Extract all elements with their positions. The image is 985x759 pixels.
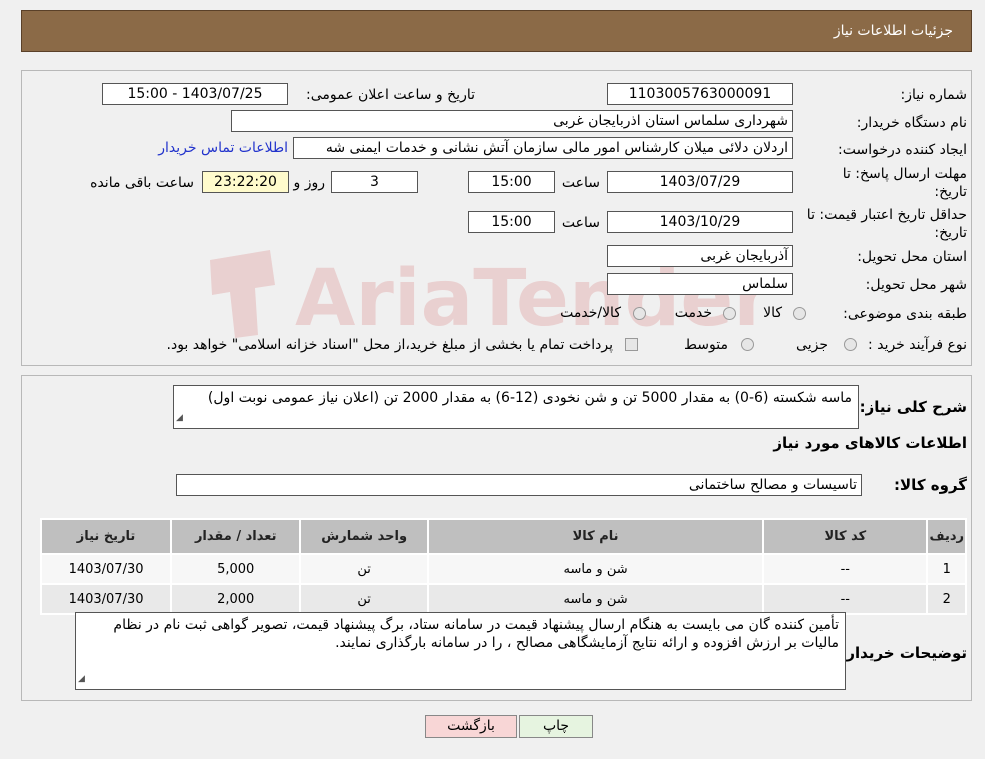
- process-medium-label: متوسط: [684, 337, 728, 353]
- province-field: آذربایجان غربی: [607, 245, 793, 267]
- buyer-org-label: نام دستگاه خریدار:: [856, 115, 967, 131]
- buyer-notes-label: توضیحات خریدار:: [840, 644, 967, 662]
- print-button[interactable]: چاپ: [519, 715, 593, 738]
- category-goods-service-radio[interactable]: [633, 307, 646, 320]
- province-label: استان محل تحویل:: [857, 249, 967, 265]
- cell-row: 2: [926, 583, 967, 615]
- goods-table: ردیف کد کالا نام کالا واحد شمارش تعداد /…: [39, 518, 967, 615]
- cell-name: شن و ماسه: [426, 583, 765, 615]
- cell-name: شن و ماسه: [426, 553, 765, 585]
- city-field: سلماس: [607, 273, 793, 295]
- deadline-label-2: تاریخ:: [934, 184, 967, 200]
- cell-code: --: [762, 583, 929, 615]
- validity-time-field: 15:00: [468, 211, 555, 233]
- validity-date-field: 1403/10/29: [607, 211, 793, 233]
- col-qty-header: تعداد / مقدار: [170, 518, 302, 555]
- table-row: 2 -- شن و ماسه تن 2,000 1403/07/30: [39, 583, 967, 615]
- table-row: 1 -- شن و ماسه تن 5,000 1403/07/30: [39, 553, 967, 585]
- goods-group-field: تاسیسات و مصالح ساختمانی: [176, 474, 862, 496]
- remaining-time-field: 23:22:20: [202, 171, 289, 193]
- buyer-notes-text: تأمین کننده گان می بایست به هنگام ارسال …: [113, 617, 839, 651]
- process-medium-radio[interactable]: [741, 338, 754, 351]
- back-button[interactable]: بازگشت: [425, 715, 517, 738]
- col-code-header: کد کالا: [762, 518, 929, 555]
- col-unit-header: واحد شمارش: [299, 518, 429, 555]
- cell-code: --: [762, 553, 929, 585]
- description-text: ماسه شکسته (6-0) به مقدار 5000 تن و شن ن…: [207, 390, 852, 406]
- need-number-field: 1103005763000091: [607, 83, 793, 105]
- process-minor-label: جزیی: [796, 337, 828, 353]
- col-name-header: نام کالا: [426, 518, 765, 555]
- buyer-org-field: شهرداری سلماس استان اذربایجان غربی: [231, 110, 793, 132]
- deadline-time-field: 15:00: [468, 171, 555, 193]
- cell-unit: تن: [299, 553, 429, 585]
- goods-section-title: اطلاعات کالاهای مورد نیاز: [773, 434, 967, 452]
- resize-grip-icon[interactable]: ◢: [176, 409, 183, 427]
- deadline-label: مهلت ارسال پاسخ: تا: [842, 166, 967, 182]
- city-label: شهر محل تحویل:: [865, 277, 967, 293]
- creator-label: ایجاد کننده درخواست:: [838, 142, 967, 158]
- process-minor-radio[interactable]: [844, 338, 857, 351]
- page-header: جزئیات اطلاعات نیاز: [21, 10, 972, 52]
- cell-qty: 5,000: [170, 553, 302, 585]
- announce-field: 1403/07/25 - 15:00: [102, 83, 288, 105]
- payment-note: پرداخت تمام یا بخشی از مبلغ خرید،از محل …: [166, 337, 613, 353]
- cell-date: 1403/07/30: [39, 553, 173, 585]
- need-number-label: شماره نیاز:: [900, 87, 968, 103]
- category-goods-service-label: کالا/خدمت: [560, 305, 621, 321]
- validity-label-2: تاریخ:: [934, 225, 967, 241]
- deadline-date-field: 1403/07/29: [607, 171, 793, 193]
- description-label: شرح کلی نیاز:: [859, 398, 967, 416]
- table-header-row: ردیف کد کالا نام کالا واحد شمارش تعداد /…: [39, 518, 967, 555]
- validity-time-label: ساعت: [561, 215, 600, 231]
- description-textarea: ماسه شکسته (6-0) به مقدار 5000 تن و شن ن…: [173, 385, 859, 429]
- category-goods-label: کالا: [763, 305, 782, 321]
- cell-date: 1403/07/30: [39, 583, 173, 615]
- remaining-label: ساعت باقی مانده: [90, 175, 194, 191]
- goods-group-label: گروه کالا:: [894, 476, 967, 494]
- page-title: جزئیات اطلاعات نیاز: [833, 23, 953, 39]
- category-goods-radio[interactable]: [793, 307, 806, 320]
- days-field: 3: [331, 171, 418, 193]
- category-service-radio[interactable]: [723, 307, 736, 320]
- buyer-contact-link[interactable]: اطلاعات تماس خریدار: [158, 140, 288, 156]
- days-label: روز و: [293, 175, 326, 191]
- buyer-notes-textarea: تأمین کننده گان می بایست به هنگام ارسال …: [75, 612, 846, 690]
- cell-unit: تن: [299, 583, 429, 615]
- treasury-payment-checkbox[interactable]: [625, 338, 638, 351]
- category-service-label: خدمت: [674, 305, 712, 321]
- announce-label: تاریخ و ساعت اعلان عمومی:: [306, 87, 475, 103]
- cell-qty: 2,000: [170, 583, 302, 615]
- validity-label: حداقل تاریخ اعتبار قیمت: تا: [806, 207, 967, 223]
- creator-field: اردلان دلائی میلان کارشناس امور مالی ساز…: [293, 137, 793, 159]
- cell-row: 1: [926, 553, 967, 585]
- resize-grip-icon[interactable]: ◢: [78, 670, 85, 688]
- category-label: طبقه بندی موضوعی:: [843, 306, 967, 322]
- col-row-header: ردیف: [926, 518, 967, 555]
- process-label: نوع فرآیند خرید :: [868, 337, 967, 353]
- col-date-header: تاریخ نیاز: [39, 518, 173, 555]
- deadline-time-label: ساعت: [561, 175, 600, 191]
